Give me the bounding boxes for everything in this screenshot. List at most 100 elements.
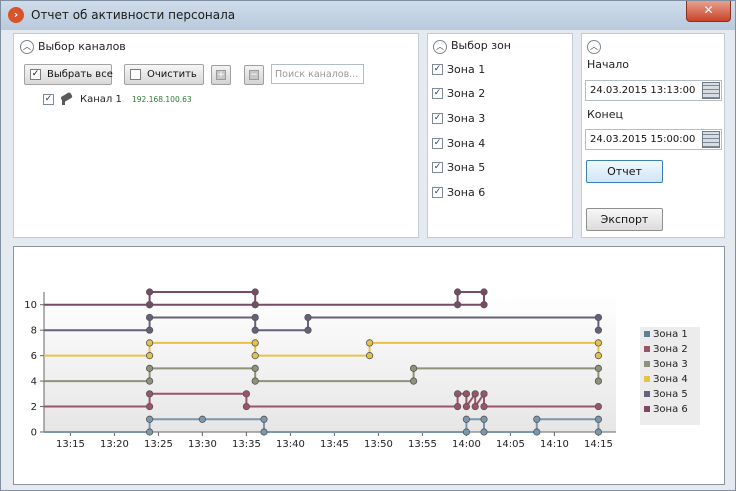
- start-date-value: 24.03.2015 13:13:00: [590, 85, 696, 96]
- data-point: [409, 364, 418, 372]
- data-point: [146, 377, 154, 385]
- calendar-icon[interactable]: [702, 82, 720, 99]
- data-point: [242, 390, 250, 398]
- data-point: [146, 402, 154, 411]
- legend-item-zone5: Зона 5: [644, 389, 688, 400]
- data-point: [594, 352, 603, 360]
- y-tick-label: 6: [31, 351, 37, 362]
- x-tick-label: 13:50: [364, 439, 393, 450]
- channels-section-title: Выбор каналов: [38, 40, 126, 53]
- data-point: [594, 402, 603, 411]
- collapse-zones-icon[interactable]: ︿: [433, 40, 447, 54]
- data-point: [251, 288, 259, 296]
- data-point: [594, 415, 603, 423]
- x-tick-label: 13:30: [188, 439, 217, 450]
- data-point: [462, 428, 470, 436]
- legend-swatch-icon: [644, 406, 650, 412]
- legend-label: Зона 4: [653, 374, 688, 385]
- collapse-channels-icon[interactable]: ︿: [20, 40, 34, 54]
- x-tick-label: 14:10: [540, 439, 569, 450]
- checkbox-icon: [130, 69, 141, 80]
- collapse-all-button[interactable]: −: [244, 65, 264, 85]
- data-point: [453, 402, 462, 411]
- channel-search-input[interactable]: Поиск каналов...: [271, 64, 364, 84]
- legend-item-zone6: Зона 6: [644, 404, 688, 415]
- app-logo-icon: ›: [8, 7, 24, 23]
- data-point: [594, 428, 603, 436]
- data-point: [251, 326, 259, 334]
- x-tick-label: 13:35: [232, 439, 261, 450]
- y-tick-label: 4: [31, 377, 37, 388]
- end-date-input[interactable]: 24.03.2015 15:00:00: [585, 129, 722, 150]
- channels-panel: ︿ Выбор каналов ✓ Выбрать все Очистить +…: [13, 33, 419, 238]
- x-tick-label: 13:40: [276, 439, 305, 450]
- report-window: › Отчет об активности персонала ✕ ︿ Выбо…: [0, 0, 736, 491]
- legend-swatch-icon: [644, 376, 650, 382]
- y-tick-label: 0: [31, 428, 37, 439]
- data-point: [242, 402, 250, 411]
- data-point: [462, 415, 470, 423]
- data-point: [365, 352, 374, 360]
- x-tick-label: 13:25: [144, 439, 173, 450]
- data-point: [251, 339, 259, 347]
- collapse-period-icon[interactable]: ︿: [587, 40, 601, 54]
- zone-3-checkbox[interactable]: ✓: [432, 113, 443, 124]
- data-point: [251, 313, 259, 322]
- zone-4-checkbox[interactable]: ✓: [432, 138, 443, 149]
- data-point: [533, 428, 541, 436]
- data-point: [146, 352, 154, 360]
- data-point: [462, 402, 470, 411]
- data-point: [304, 313, 312, 322]
- zone-1-checkbox[interactable]: ✓: [432, 64, 443, 75]
- calendar-icon[interactable]: [702, 131, 720, 148]
- zone-2-label: Зона 2: [447, 87, 486, 100]
- data-point: [146, 415, 154, 423]
- legend-label: Зона 2: [653, 344, 688, 355]
- data-point: [146, 301, 154, 309]
- expand-all-button[interactable]: +: [211, 65, 231, 85]
- legend-swatch-icon: [644, 391, 650, 397]
- legend-swatch-icon: [644, 361, 650, 367]
- clear-label: Очистить: [147, 69, 197, 80]
- close-button[interactable]: ✕: [686, 1, 731, 22]
- data-point: [146, 313, 154, 322]
- title-bar: › Отчет об активности персонала ✕: [1, 1, 735, 30]
- data-point: [480, 390, 488, 398]
- start-date-input[interactable]: 24.03.2015 13:13:00: [585, 80, 722, 101]
- end-label: Конец: [587, 108, 623, 121]
- zone-1-label: Зона 1: [447, 63, 486, 76]
- zone-5-checkbox[interactable]: ✓: [432, 162, 443, 173]
- zones-panel: ︿ Выбор зон ✓ Зона 1 ✓ Зона 2 ✓ Зона 3 ✓…: [427, 33, 573, 238]
- data-point: [480, 415, 488, 423]
- plot-area: [44, 292, 616, 432]
- zone-6-label: Зона 6: [447, 186, 486, 199]
- select-all-button[interactable]: ✓ Выбрать все: [24, 64, 113, 85]
- zone-2-checkbox[interactable]: ✓: [432, 88, 443, 99]
- zone-6-checkbox[interactable]: ✓: [432, 187, 443, 198]
- data-point: [453, 288, 462, 296]
- data-point: [146, 326, 154, 334]
- legend-label: Зона 5: [653, 389, 688, 400]
- data-point: [594, 313, 603, 322]
- legend-item-zone3: Зона 3: [644, 359, 688, 370]
- zone-3-label: Зона 3: [447, 112, 486, 125]
- x-tick-label: 13:20: [100, 439, 129, 450]
- data-point: [480, 428, 488, 436]
- channel-1-checkbox[interactable]: ✓: [43, 94, 54, 105]
- x-tick-label: 13:55: [408, 439, 437, 450]
- report-button[interactable]: Отчет: [586, 160, 663, 183]
- data-point: [480, 402, 488, 411]
- legend-item-zone2: Зона 2: [644, 344, 688, 355]
- data-point: [471, 402, 479, 411]
- data-point: [409, 377, 418, 385]
- data-point: [146, 390, 154, 398]
- data-point: [146, 364, 154, 372]
- data-point: [251, 377, 259, 385]
- channel-1-ip: 192.168.100.63: [132, 95, 192, 104]
- data-point: [365, 339, 374, 347]
- clear-button[interactable]: Очистить: [124, 64, 204, 85]
- select-all-label: Выбрать все: [47, 69, 113, 80]
- activity-chart: 0 2 4 6 8 10 13:15 13:20 13:25 13:30 13:35 13:40 13:…: [24, 288, 616, 450]
- x-tick-label: 13:45: [320, 439, 349, 450]
- export-button[interactable]: Экспорт: [586, 208, 663, 231]
